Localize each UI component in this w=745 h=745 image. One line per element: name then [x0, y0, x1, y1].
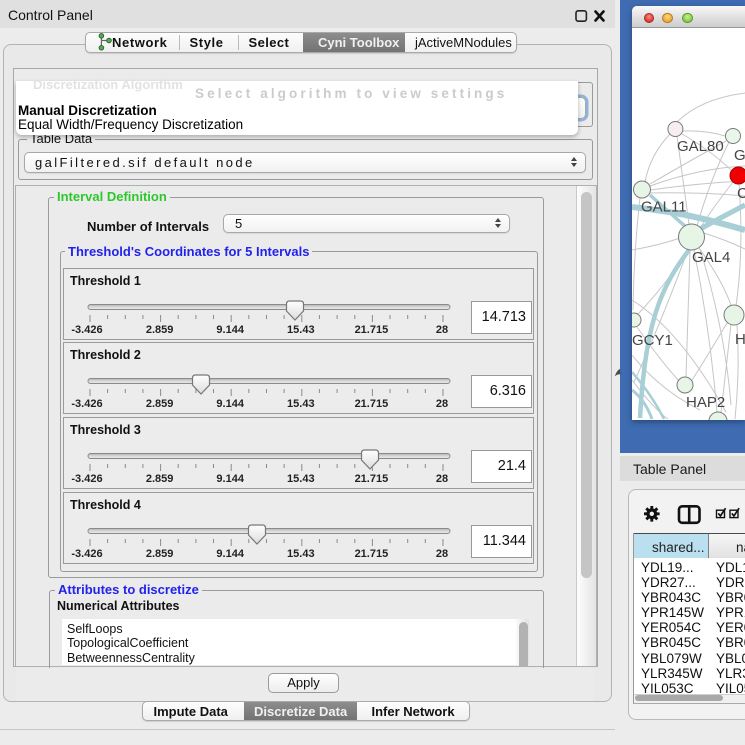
svg-text:HAP2: HAP2 [686, 394, 725, 411]
svg-text:GAL4: GAL4 [692, 249, 730, 266]
svg-text:GCY1: GCY1 [632, 332, 673, 349]
svg-text:GA: GA [734, 147, 745, 164]
svg-text:C: C [737, 185, 745, 202]
svg-text:H: H [735, 331, 745, 348]
svg-text:GAL80: GAL80 [677, 138, 724, 155]
svg-text:GAL11: GAL11 [641, 199, 687, 216]
